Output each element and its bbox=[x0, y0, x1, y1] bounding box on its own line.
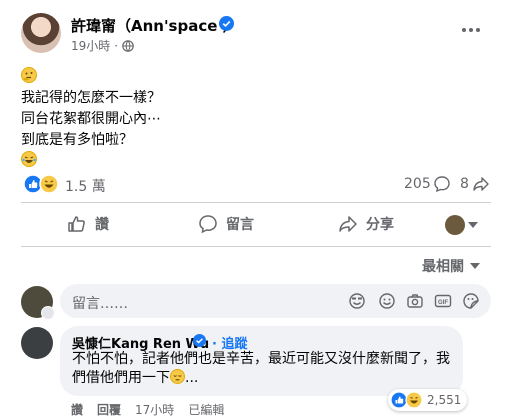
comment-label: 留言 bbox=[226, 217, 254, 233]
divider bbox=[21, 202, 491, 203]
haha-reaction-icon bbox=[39, 174, 59, 194]
caret-down-icon[interactable] bbox=[468, 222, 478, 228]
verified-badge-icon bbox=[219, 16, 234, 31]
camera-icon[interactable] bbox=[406, 292, 424, 310]
like-label: 讚 bbox=[95, 217, 109, 233]
post-header: 許瑋甯（Ann'space ） 19小時 · bbox=[0, 0, 511, 62]
post-stats: 1.5 萬 205 8 bbox=[0, 170, 511, 198]
post-text: 我記得的怎麼不一樣？ 同台花絮都很開心內⋯ 到底是有多怕啦？ bbox=[21, 67, 161, 172]
comment-input[interactable]: 留言…… GIF bbox=[60, 284, 491, 318]
divider bbox=[21, 246, 491, 247]
share-button[interactable]: 分享 bbox=[338, 206, 394, 242]
thinking-emoji-icon bbox=[21, 67, 37, 83]
haha-reaction-icon bbox=[405, 391, 423, 409]
author-name[interactable]: 許瑋甯（Ann'space ） bbox=[71, 15, 238, 36]
share-count[interactable]: 8 bbox=[460, 176, 469, 192]
like-reaction-icon bbox=[390, 391, 408, 409]
like-button[interactable]: 讚 bbox=[67, 206, 109, 242]
comment-edited: 已編輯 bbox=[188, 403, 225, 417]
sort-label: 最相關 bbox=[422, 259, 464, 275]
comment-time[interactable]: 17小時 bbox=[135, 401, 174, 418]
thinking-emoji-line bbox=[21, 67, 161, 88]
post-meta: 19小時 · bbox=[71, 37, 134, 54]
share-icon bbox=[473, 177, 489, 191]
sticker-icon[interactable] bbox=[348, 292, 366, 310]
verified-badge-icon bbox=[193, 334, 206, 347]
reaction-count[interactable]: 1.5 萬 bbox=[65, 176, 106, 196]
comment-reply-button[interactable]: 回覆 bbox=[97, 401, 121, 418]
share-arrow-icon bbox=[339, 216, 357, 232]
comment-actions: 讚 回覆 17小時 已編輯 bbox=[71, 401, 224, 418]
post-line: 到底是有多怕啦？ bbox=[21, 132, 133, 148]
author-avatar[interactable] bbox=[21, 13, 61, 53]
comment-bubble: 吳慷仁Kang Ren Wu · 追蹤 不怕不怕，記者他們也是辛苦，最近可能又沒… bbox=[60, 326, 463, 396]
commenter-avatar[interactable] bbox=[21, 327, 53, 359]
comment-button[interactable]: 留言 bbox=[198, 206, 254, 242]
comment-body: 不怕不怕，記者他們也是辛苦，最近可能又沒什麼新聞了，我們借他們用一下 bbox=[72, 351, 450, 386]
post-actions: 讚 留言 分享 bbox=[0, 206, 511, 242]
laughing-emoji-line bbox=[21, 151, 161, 172]
comment-icon bbox=[434, 176, 450, 193]
comment-count[interactable]: 205 bbox=[404, 176, 431, 192]
comment-reactions[interactable]: 2,551 bbox=[388, 389, 468, 411]
emoji-icon[interactable] bbox=[378, 292, 396, 310]
comment-sort[interactable]: 最相關 bbox=[422, 256, 480, 276]
post-line: 我記得的怎麼不一樣？ bbox=[21, 90, 161, 106]
avatar-switch-icon[interactable] bbox=[41, 306, 55, 320]
gif-icon[interactable]: GIF bbox=[434, 292, 452, 310]
laughing-emoji-icon bbox=[21, 151, 37, 167]
reaction-icons[interactable] bbox=[23, 174, 63, 194]
post-line: 同台花絮都很開心內⋯ bbox=[21, 111, 161, 127]
globe-icon bbox=[122, 39, 134, 52]
comment-text: 不怕不怕，記者他們也是辛苦，最近可能又沒什麼新聞了，我們借他們用一下... bbox=[72, 350, 457, 388]
speech-bubble-icon bbox=[199, 215, 217, 234]
meta-separator: · bbox=[114, 38, 119, 53]
sticker-face-icon[interactable] bbox=[462, 292, 480, 310]
svg-text:GIF: GIF bbox=[438, 300, 448, 306]
pensive-emoji-icon bbox=[170, 369, 185, 384]
more-icon[interactable] bbox=[460, 20, 482, 40]
thumbs-up-icon bbox=[68, 216, 85, 232]
comment-reaction-count: 2,551 bbox=[427, 393, 462, 407]
comment-like-button[interactable]: 讚 bbox=[71, 401, 83, 418]
post-time[interactable]: 19小時 bbox=[71, 37, 110, 54]
share-label: 分享 bbox=[366, 217, 394, 233]
see-more-ellipsis[interactable]: ... bbox=[185, 370, 198, 386]
comment-placeholder: 留言…… bbox=[72, 296, 128, 312]
audience-avatar[interactable] bbox=[445, 215, 465, 235]
comment-reaction-icons bbox=[390, 391, 423, 409]
caret-down-icon bbox=[470, 263, 480, 269]
